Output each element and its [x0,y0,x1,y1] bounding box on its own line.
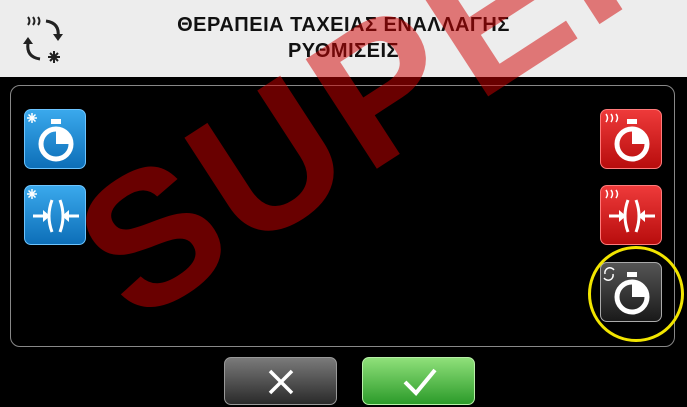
cancel-button[interactable] [224,357,337,405]
hot-timer-button[interactable] [600,109,662,169]
cold-timer-button[interactable] [24,109,86,169]
hot-timer-icon [605,113,650,162]
hot-compression-button[interactable] [600,185,662,245]
hot-cold-switch-icon [23,16,63,63]
cold-compression-button[interactable] [24,185,86,245]
checkmark-icon [403,368,437,396]
page-title: ΘΕΡΑΠΕΙΑ ΤΑΧΕΙΑΣ ΕΝΑΛΛΑΓΗΣ [177,14,510,36]
settings-panel [10,85,675,347]
cold-timer-icon [27,113,74,162]
page-subtitle: ΡΥΘΜΙΣΕΙΣ [287,40,400,62]
cold-compression-icon [27,189,79,233]
confirm-button[interactable] [362,357,475,405]
hot-compression-icon [605,189,655,233]
close-icon [268,369,294,395]
header-bar: ΘΕΡΑΠΕΙΑ ΤΑΧΕΙΑΣ ΕΝΑΛΛΑΓΗΣ ΡΥΘΜΙΣΕΙΣ [0,0,687,77]
selection-highlight-ring [588,246,684,342]
